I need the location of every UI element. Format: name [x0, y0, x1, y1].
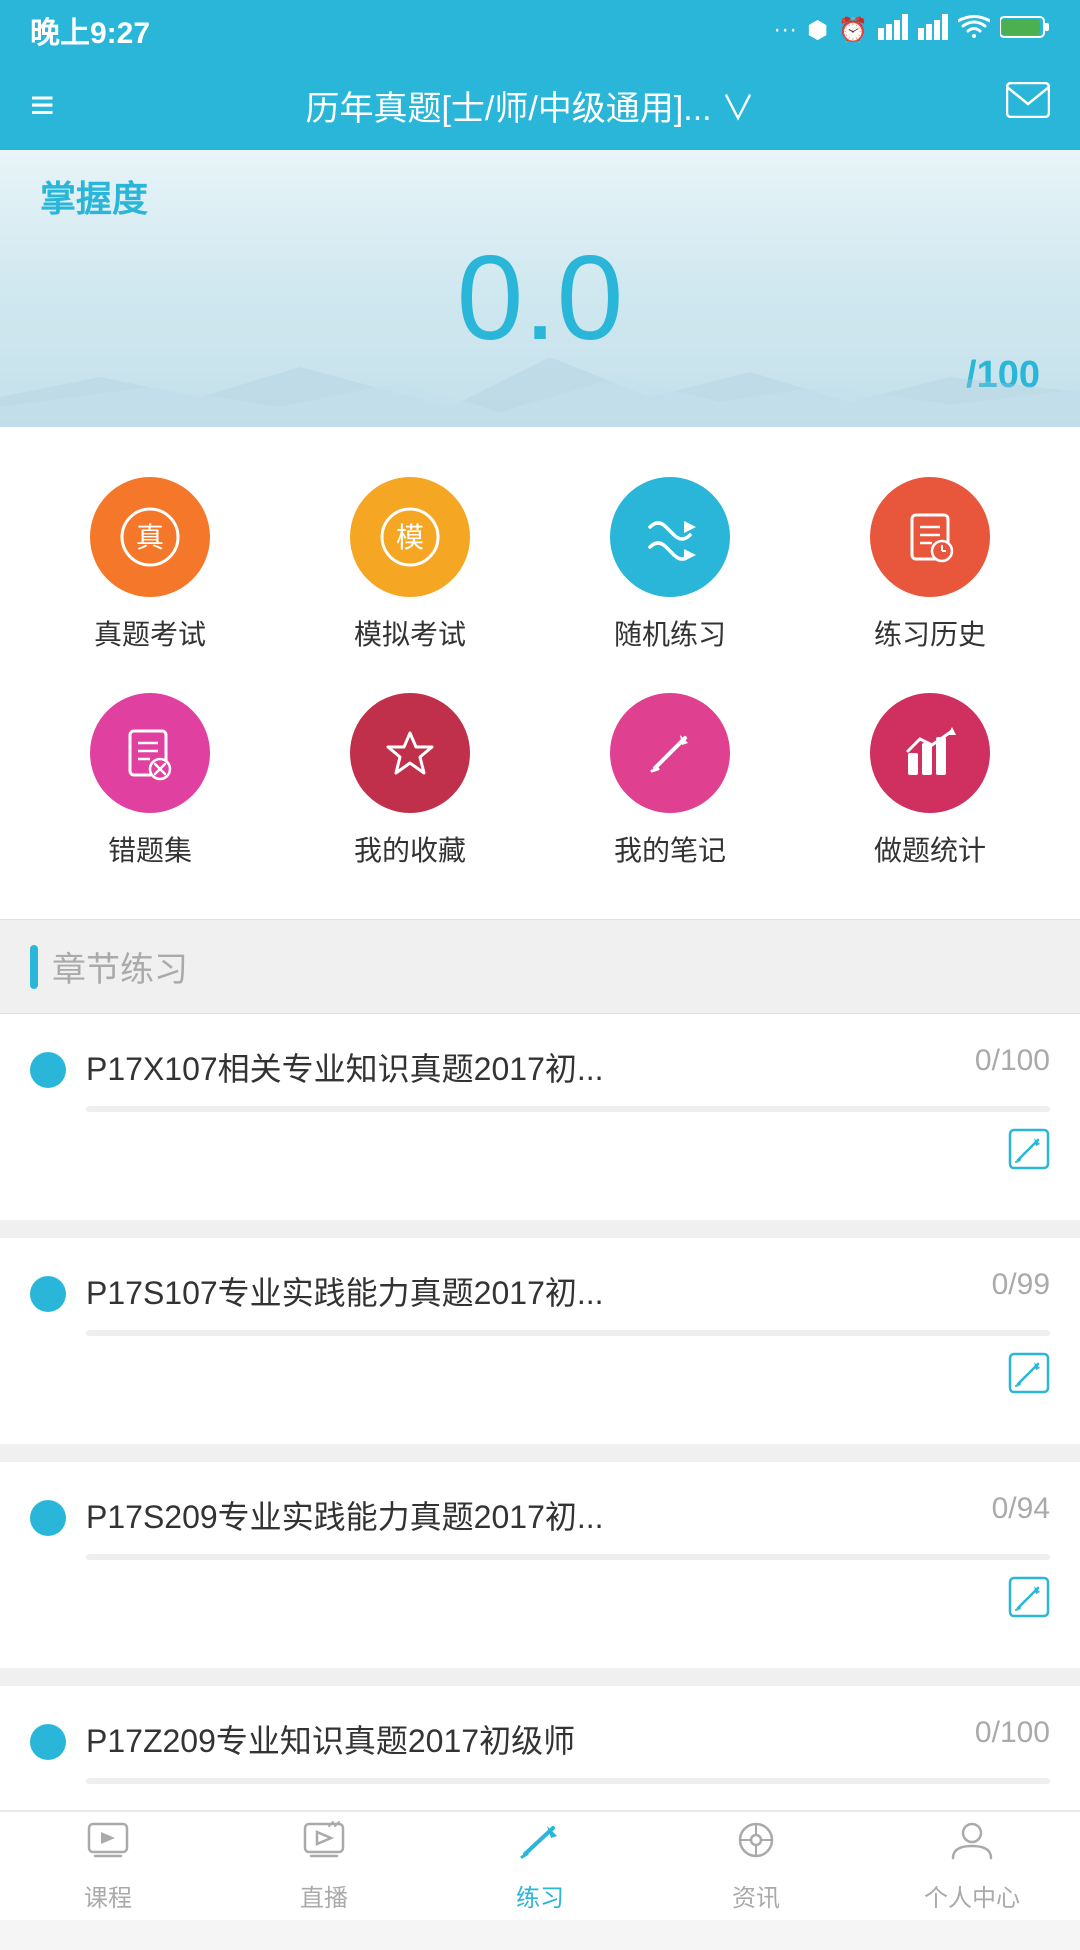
live-label: 直播: [300, 1878, 348, 1913]
list-progress-2: [86, 1330, 1050, 1336]
chapter-list: P17X107相关专业知识真题2017初... 0/100: [0, 1014, 1080, 1830]
list-dot-3: [30, 1500, 66, 1536]
live-icon: [301, 1820, 347, 1870]
profile-label: 个人中心: [924, 1878, 1020, 1913]
svg-text:模: 模: [396, 522, 424, 554]
collect-label: 我的收藏: [354, 829, 466, 869]
exercise-icon: [517, 1820, 563, 1870]
mastery-section: 掌握度 0.0 /100: [0, 150, 1080, 427]
bluetooth-icon: ⬢: [807, 16, 828, 45]
stats-circle: [870, 693, 990, 813]
wrong-circle: [90, 693, 210, 813]
mastery-label: 掌握度: [40, 170, 1040, 222]
notes-circle: [610, 693, 730, 813]
news-icon: [733, 1820, 779, 1870]
wrong-label: 错题集: [108, 829, 192, 869]
list-count-4: 0/100: [975, 1716, 1050, 1750]
zhenti-label: 真题考试: [94, 613, 206, 653]
app-header: ≡ 历年真题[士/师/中级通用]... ∨: [0, 60, 1080, 150]
list-content-3: P17S209专业实践能力真题2017初... 0/94: [86, 1492, 1050, 1638]
list-item[interactable]: P17Z209专业知识真题2017初级师 0/100: [0, 1686, 1080, 1830]
profile-icon: [949, 1820, 995, 1870]
list-actions-2: [86, 1352, 1050, 1414]
wifi-icon: [958, 14, 990, 47]
list-dot-4: [30, 1724, 66, 1760]
course-icon: [85, 1820, 131, 1870]
edit-icon-2[interactable]: [1008, 1352, 1050, 1404]
list-count-1: 0/100: [975, 1044, 1050, 1078]
mastery-score: 0.0: [40, 232, 1040, 364]
alarm-icon: ⏰: [838, 16, 868, 45]
list-name-4: P17Z209专业知识真题2017初级师: [86, 1716, 955, 1762]
signal2-icon: [918, 14, 948, 47]
list-actions-1: [86, 1128, 1050, 1190]
list-actions-3: [86, 1576, 1050, 1638]
func-suiji[interactable]: 随机练习: [540, 467, 800, 683]
suiji-label: 随机练习: [614, 613, 726, 653]
nav-news[interactable]: 资讯: [648, 1810, 864, 1923]
list-name-2: P17S107专业实践能力真题2017初...: [86, 1268, 972, 1314]
function-grid: 真 真题考试 模 模拟考试 随机练习: [0, 427, 1080, 919]
func-collect[interactable]: 我的收藏: [280, 683, 540, 899]
notes-label: 我的笔记: [614, 829, 726, 869]
section-title: 章节练习: [52, 942, 188, 991]
nav-profile[interactable]: 个人中心: [864, 1810, 1080, 1923]
history-label: 练习历史: [874, 613, 986, 653]
stats-label: 做题统计: [874, 829, 986, 869]
news-label: 资讯: [732, 1878, 780, 1913]
mail-icon[interactable]: [1006, 82, 1050, 128]
signal-dots-icon: ···: [773, 16, 797, 44]
collect-circle: [350, 693, 470, 813]
signal1-icon: [878, 14, 908, 47]
status-time: 晚上9:27: [30, 8, 150, 52]
func-zhenti[interactable]: 真 真题考试: [20, 467, 280, 683]
func-history[interactable]: 练习历史: [800, 467, 1060, 683]
func-moni[interactable]: 模 模拟考试: [280, 467, 540, 683]
list-item[interactable]: P17S209专业实践能力真题2017初... 0/94: [0, 1462, 1080, 1686]
func-stats[interactable]: 做题统计: [800, 683, 1060, 899]
list-progress-4: [86, 1778, 1050, 1784]
nav-course[interactable]: 课程: [0, 1810, 216, 1923]
moni-circle: 模: [350, 477, 470, 597]
edit-icon-1[interactable]: [1008, 1128, 1050, 1180]
list-progress-1: [86, 1106, 1050, 1112]
chapter-section-header: 章节练习: [0, 919, 1080, 1014]
section-bar: [30, 945, 38, 989]
list-progress-3: [86, 1554, 1050, 1560]
header-title: 历年真题[士/师/中级通用]... ∨: [305, 81, 755, 130]
list-content-1: P17X107相关专业知识真题2017初... 0/100: [86, 1044, 1050, 1190]
battery-icon: [1000, 14, 1050, 47]
edit-icon-3[interactable]: [1008, 1576, 1050, 1628]
list-count-3: 0/94: [992, 1492, 1050, 1526]
nav-exercise[interactable]: 练习: [432, 1810, 648, 1923]
svg-text:真: 真: [136, 522, 164, 554]
moni-label: 模拟考试: [354, 613, 466, 653]
list-item[interactable]: P17S107专业实践能力真题2017初... 0/99: [0, 1238, 1080, 1462]
list-dot-1: [30, 1052, 66, 1088]
history-circle: [870, 477, 990, 597]
exercise-label: 练习: [516, 1878, 564, 1913]
zhenti-circle: 真: [90, 477, 210, 597]
list-content-4: P17Z209专业知识真题2017初级师 0/100: [86, 1716, 1050, 1800]
list-dot-2: [30, 1276, 66, 1312]
status-bar: 晚上9:27 ··· ⬢ ⏰: [0, 0, 1080, 60]
func-notes[interactable]: 我的笔记: [540, 683, 800, 899]
bottom-nav: 课程 直播 练习: [0, 1810, 1080, 1920]
course-label: 课程: [84, 1878, 132, 1913]
suiji-circle: [610, 477, 730, 597]
func-wrong[interactable]: 错题集: [20, 683, 280, 899]
list-count-2: 0/99: [992, 1268, 1050, 1302]
list-item[interactable]: P17X107相关专业知识真题2017初... 0/100: [0, 1014, 1080, 1238]
list-name-1: P17X107相关专业知识真题2017初...: [86, 1044, 955, 1090]
list-name-3: P17S209专业实践能力真题2017初...: [86, 1492, 972, 1538]
nav-live[interactable]: 直播: [216, 1810, 432, 1923]
status-icons: ··· ⬢ ⏰: [773, 14, 1050, 47]
menu-icon[interactable]: ≡: [30, 81, 55, 129]
list-content-2: P17S107专业实践能力真题2017初... 0/99: [86, 1268, 1050, 1414]
